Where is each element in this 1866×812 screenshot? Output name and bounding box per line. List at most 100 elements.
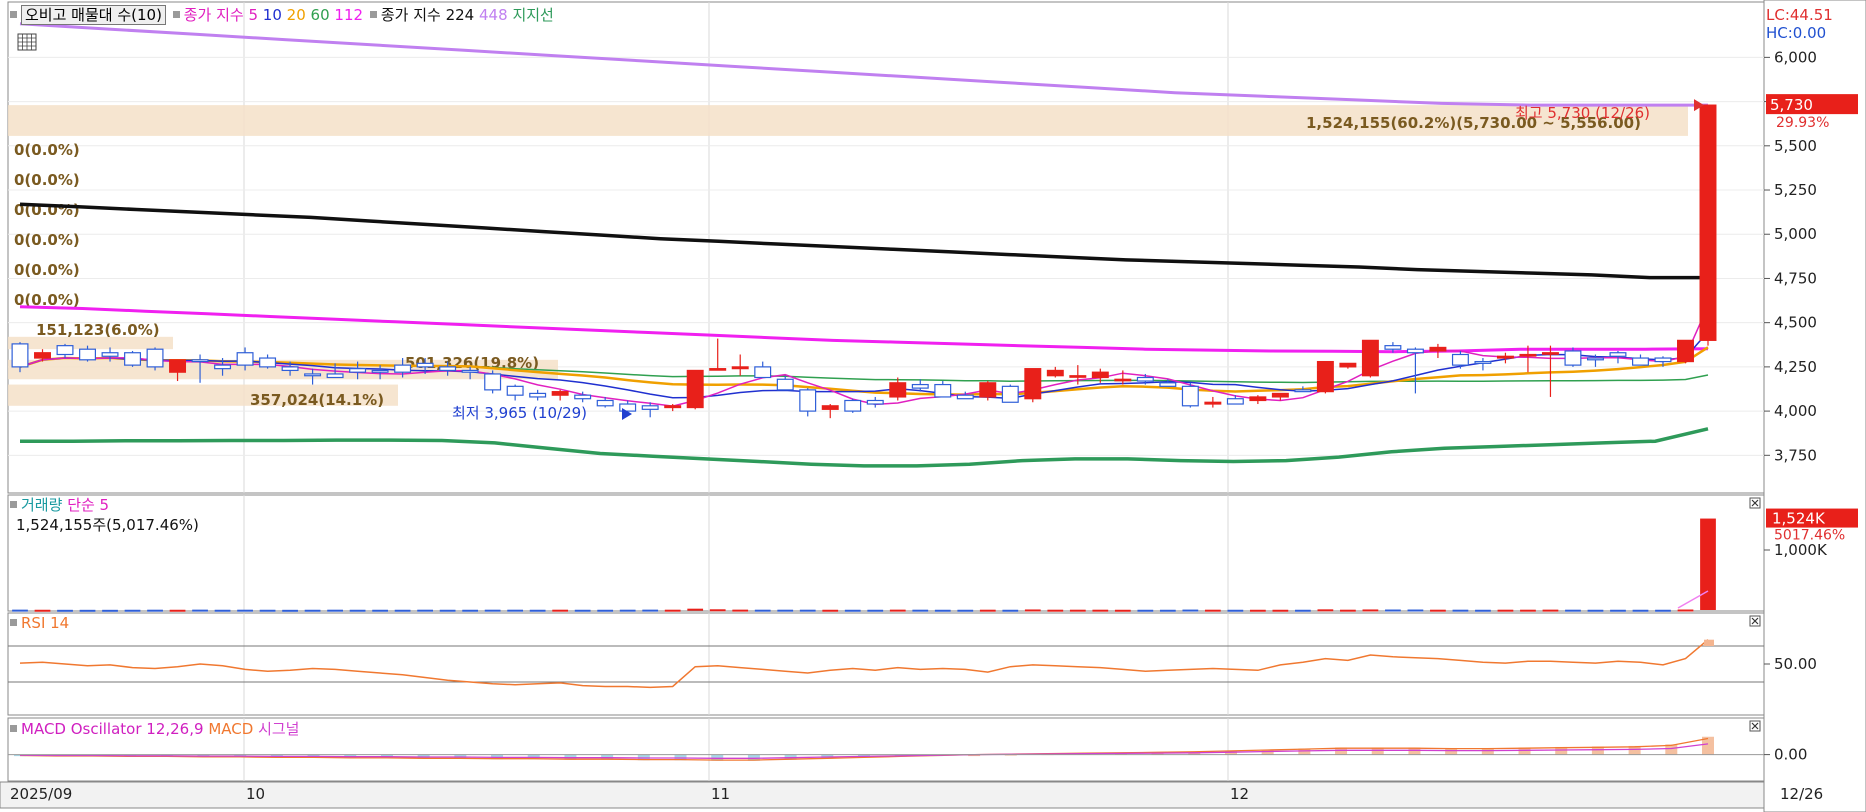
candle-body[interactable] <box>1001 385 1019 403</box>
candle-body[interactable] <box>1429 346 1447 352</box>
candle-body[interactable] <box>169 359 187 373</box>
candle-body[interactable] <box>1091 371 1109 379</box>
legend-check-icon[interactable] <box>10 619 17 626</box>
ma448-label: 448 <box>479 6 508 24</box>
macd-axis-label: 0.00 <box>1774 746 1807 764</box>
candle-body[interactable] <box>889 382 907 398</box>
legend-check-icon[interactable] <box>369 11 377 18</box>
candle-body[interactable] <box>1361 339 1379 377</box>
candle-body[interactable] <box>34 352 51 359</box>
candle-body[interactable] <box>1541 352 1559 355</box>
candle-body[interactable] <box>1632 357 1649 366</box>
candle-body[interactable] <box>911 383 929 389</box>
candle-body[interactable] <box>1226 398 1244 405</box>
candle-body[interactable] <box>304 373 322 377</box>
candle-body[interactable] <box>1181 385 1199 407</box>
candle-body[interactable] <box>394 364 412 373</box>
volume-profile-button[interactable]: 오비고 매물대 수(10) <box>21 5 166 25</box>
candle-body[interactable] <box>776 378 794 391</box>
candle-body[interactable] <box>529 392 547 398</box>
candle-body[interactable] <box>1406 348 1424 354</box>
candle-body[interactable] <box>821 405 839 410</box>
candle-body[interactable] <box>484 373 502 391</box>
candle-body[interactable] <box>574 394 592 400</box>
candle-body[interactable] <box>1384 345 1402 350</box>
volume-bar <box>912 609 929 612</box>
ma60-label: 60 <box>310 6 330 24</box>
candle-body[interactable] <box>1249 396 1267 402</box>
candle-body[interactable] <box>191 359 209 363</box>
candle-body[interactable] <box>11 343 29 368</box>
candle-body[interactable] <box>1496 355 1514 359</box>
candle-body[interactable] <box>1136 376 1154 382</box>
legend-check-icon[interactable] <box>10 501 17 508</box>
candle-body[interactable] <box>1316 360 1334 393</box>
candle-body[interactable] <box>1586 357 1604 361</box>
candle-body[interactable] <box>799 389 817 412</box>
volume-bar <box>147 609 163 612</box>
support-line-label: 지지선 <box>512 6 554 24</box>
candle-body[interactable] <box>1451 353 1469 366</box>
candle-body[interactable] <box>124 352 142 366</box>
candle-body[interactable] <box>731 366 749 370</box>
candle-body[interactable] <box>1069 375 1087 378</box>
candle-body[interactable] <box>596 399 614 407</box>
volume-label: 거래량 <box>21 496 63 514</box>
candle-body[interactable] <box>101 352 119 357</box>
candle-body[interactable] <box>1677 339 1694 363</box>
candle-body[interactable] <box>664 405 682 409</box>
candle-body[interactable] <box>1159 382 1177 387</box>
candle-body[interactable] <box>371 369 389 373</box>
candle-body[interactable] <box>754 366 772 379</box>
candle-body[interactable] <box>866 399 884 405</box>
candle-body[interactable] <box>259 357 277 368</box>
candle-body[interactable] <box>439 366 457 372</box>
candle-body[interactable] <box>79 348 96 361</box>
candle-body[interactable] <box>326 373 344 379</box>
candle-body[interactable] <box>1339 362 1357 368</box>
candle-body[interactable] <box>461 369 479 373</box>
candle-body[interactable] <box>214 364 232 370</box>
candle-body[interactable] <box>979 382 997 398</box>
volume-bar <box>642 609 659 612</box>
candle-body[interactable] <box>56 345 74 356</box>
volume-bar <box>1137 609 1154 612</box>
candle-body[interactable] <box>1474 360 1492 364</box>
volume-bar <box>1114 609 1131 612</box>
candle-body[interactable] <box>506 385 524 396</box>
candle-body[interactable] <box>1114 378 1132 382</box>
volume-bar <box>1295 609 1311 612</box>
price-axis-label: 4,750 <box>1774 269 1817 287</box>
candle-body[interactable] <box>236 352 254 366</box>
candle-body[interactable] <box>416 362 434 368</box>
candle-body[interactable] <box>686 369 704 409</box>
volume-profile-label: 0(0.0%) <box>14 141 80 159</box>
candle-body[interactable] <box>551 391 569 396</box>
candle-body[interactable] <box>1699 104 1717 341</box>
legend-check-icon[interactable] <box>10 725 17 732</box>
candle-body[interactable] <box>1654 357 1672 363</box>
candle-body[interactable] <box>1519 353 1537 357</box>
volume-bar <box>1182 609 1199 612</box>
candle-body[interactable] <box>641 405 659 410</box>
candle-body[interactable] <box>146 348 164 368</box>
candle-body[interactable] <box>1024 368 1042 400</box>
candle-body[interactable] <box>1271 392 1289 398</box>
candle-body[interactable] <box>349 368 367 373</box>
candle-body[interactable] <box>934 383 952 398</box>
volume-bar <box>957 609 974 612</box>
candle-body[interactable] <box>1609 352 1627 357</box>
volume-bar <box>1047 609 1064 612</box>
candle-body[interactable] <box>1294 389 1312 393</box>
volume-bar <box>417 609 433 612</box>
candle-body[interactable] <box>281 366 299 372</box>
candle-body[interactable] <box>1204 401 1222 405</box>
candle-body[interactable] <box>1046 369 1064 377</box>
volume-bar <box>664 609 681 612</box>
candle-body[interactable] <box>1564 350 1582 366</box>
legend-check-icon[interactable] <box>10 11 17 18</box>
legend-check-icon[interactable] <box>172 11 180 18</box>
candle-body[interactable] <box>709 368 727 371</box>
candle-body[interactable] <box>956 394 974 400</box>
candle-body[interactable] <box>844 399 862 412</box>
